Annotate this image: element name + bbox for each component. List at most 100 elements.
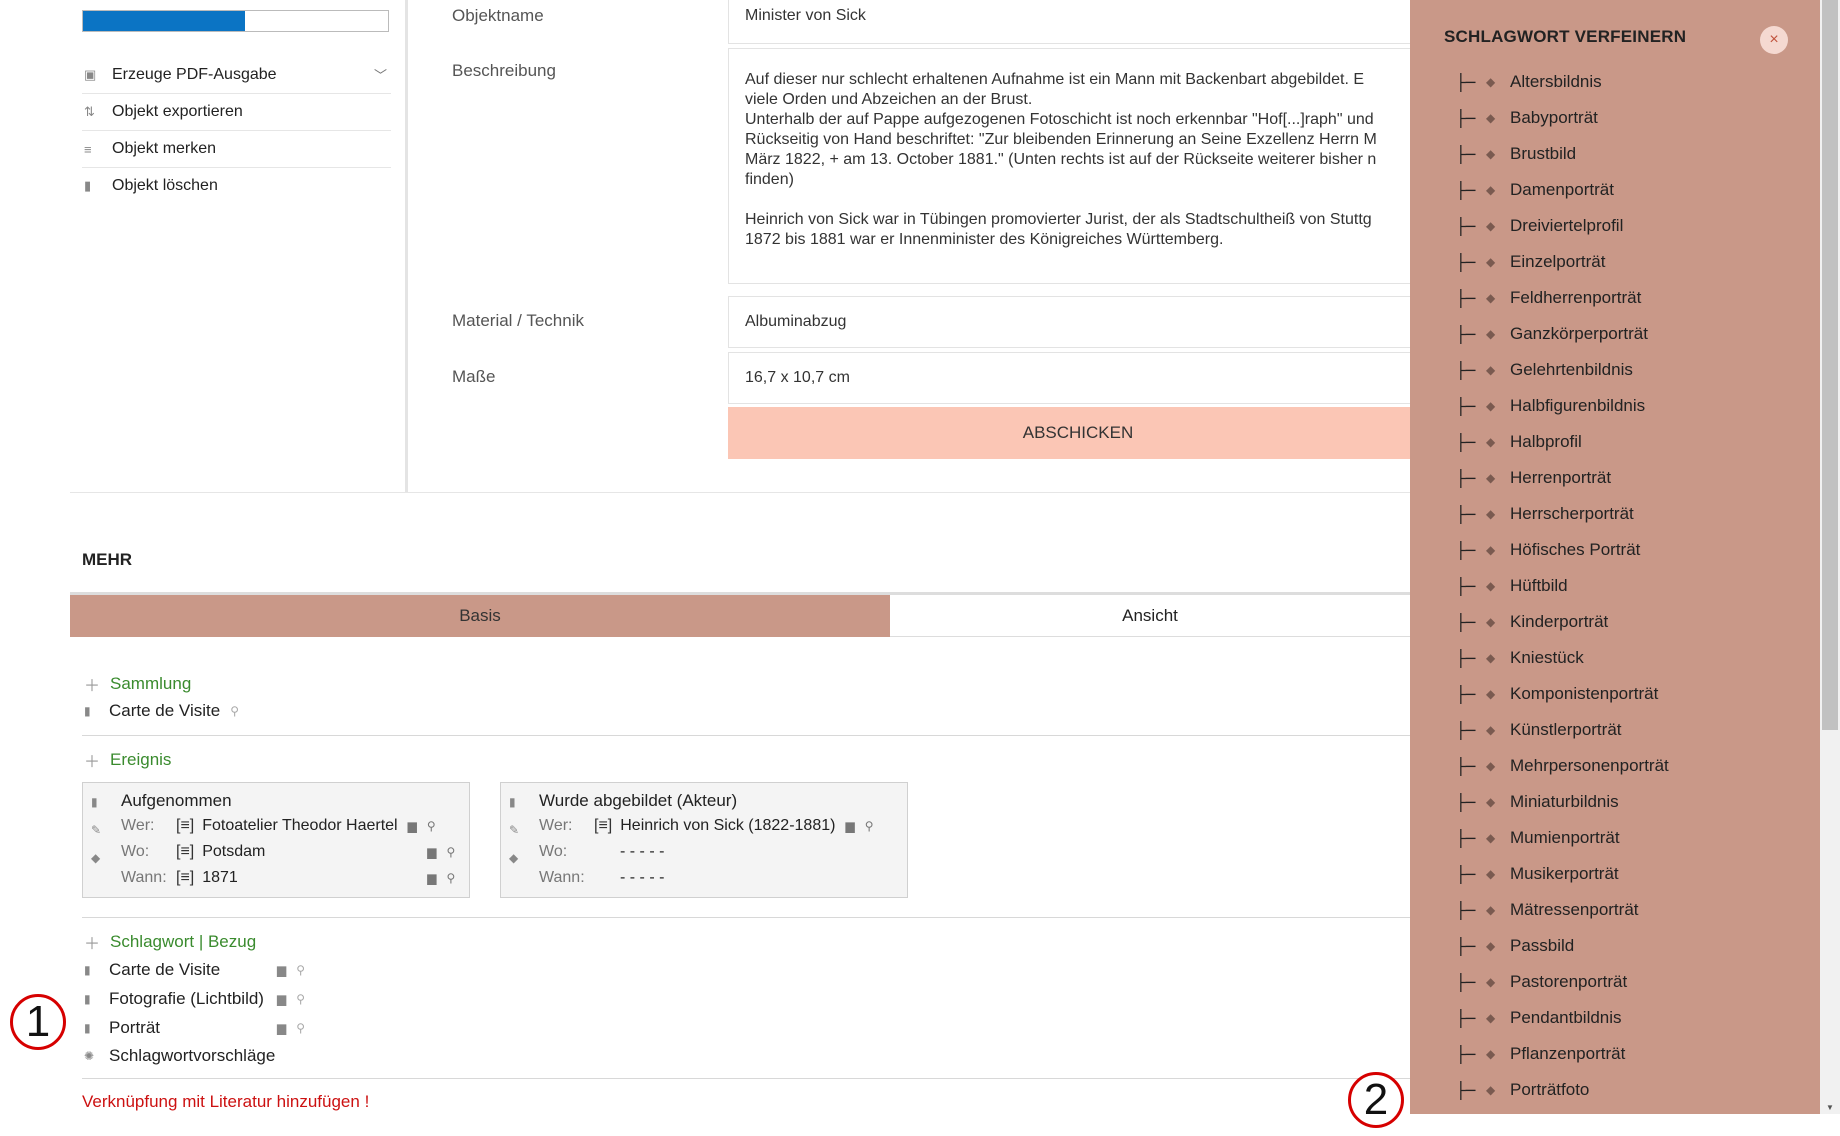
refine-item-label[interactable]: Musikerporträt xyxy=(1510,864,1619,884)
delete-action[interactable]: ▮ Objekt löschen xyxy=(82,168,391,204)
trash-icon[interactable]: ▮ xyxy=(509,795,519,809)
refine-item-label[interactable]: Damenporträt xyxy=(1510,180,1614,200)
objektname-field[interactable]: Minister von Sick xyxy=(728,0,1428,44)
refine-item[interactable]: ├─ ◆ Musikerporträt xyxy=(1456,856,1669,892)
refine-item-label[interactable]: Herrscherporträt xyxy=(1510,504,1634,524)
refine-item-label[interactable]: Pflanzenporträt xyxy=(1510,1044,1625,1064)
row-value[interactable]: Heinrich von Sick (1822-1881) xyxy=(620,817,835,835)
beschreibung-textarea[interactable]: Auf dieser nur schlecht erhaltenen Aufna… xyxy=(728,48,1428,284)
edit-icon[interactable]: ✎ xyxy=(509,823,519,837)
refine-item-label[interactable]: Passbild xyxy=(1510,936,1574,956)
refine-item[interactable]: ├─ ◆ Halbprofil xyxy=(1456,424,1669,460)
plus-icon[interactable]: ＋ xyxy=(84,930,100,954)
refine-item[interactable]: ├─ ◆ Babyporträt xyxy=(1456,100,1669,136)
schlagwort-item[interactable]: Fotografie (Lichtbild) xyxy=(109,989,277,1009)
trash-icon[interactable]: ▮ xyxy=(84,963,109,977)
refine-item-label[interactable]: Halbfigurenbildnis xyxy=(1510,396,1645,416)
schlagwort-item[interactable]: Carte de Visite xyxy=(109,960,277,980)
search-icon[interactable]: ⚲ xyxy=(427,819,436,833)
refine-item[interactable]: ├─ ◆ Altersbildnis xyxy=(1456,64,1669,100)
refine-item-label[interactable]: Mumienporträt xyxy=(1510,828,1620,848)
refine-item[interactable]: ├─ ◆ Mumienporträt xyxy=(1456,820,1669,856)
refine-item[interactable]: ├─ ◆ Feldherrenporträt xyxy=(1456,280,1669,316)
refine-item[interactable]: ├─ ◆ Pflanzenporträt xyxy=(1456,1036,1669,1072)
refine-item[interactable]: ├─ ◆ Miniaturbildnis xyxy=(1456,784,1669,820)
refine-item-label[interactable]: Mätressenporträt xyxy=(1510,900,1639,920)
refine-item-label[interactable]: Brustbild xyxy=(1510,144,1576,164)
export-action[interactable]: ⇅ Objekt exportieren xyxy=(82,94,391,131)
schlagwort-item[interactable]: Porträt xyxy=(109,1018,277,1038)
comment-icon[interactable]: ▆ xyxy=(427,871,436,885)
row-value[interactable]: 1871 xyxy=(202,869,417,887)
material-field[interactable]: Albuminabzug xyxy=(728,296,1428,348)
refine-item[interactable]: ├─ ◆ Hüftbild xyxy=(1456,568,1669,604)
scroll-down-arrow[interactable]: ▼ xyxy=(1826,1103,1834,1112)
refine-item[interactable]: ├─ ◆ Kinderporträt xyxy=(1456,604,1669,640)
refine-item[interactable]: ├─ ◆ Damenporträt xyxy=(1456,172,1669,208)
masse-field[interactable]: 16,7 x 10,7 cm xyxy=(728,352,1428,404)
refine-item-label[interactable]: Kinderporträt xyxy=(1510,612,1608,632)
refine-item-label[interactable]: Babyporträt xyxy=(1510,108,1598,128)
refine-item[interactable]: ├─ ◆ Kniestück xyxy=(1456,640,1669,676)
refine-item[interactable]: ├─ ◆ Porträtfoto xyxy=(1456,1072,1669,1108)
refine-item-label[interactable]: Dreiviertelprofil xyxy=(1510,216,1623,236)
refine-item-label[interactable]: Halbprofil xyxy=(1510,432,1582,452)
refine-item-label[interactable]: Gelehrtenbildnis xyxy=(1510,360,1633,380)
add-literature-link[interactable]: Verknüpfung mit Literatur hinzufügen ! xyxy=(82,1092,369,1112)
edit-icon[interactable]: ✎ xyxy=(91,823,101,837)
refine-item-label[interactable]: Ganzkörperporträt xyxy=(1510,324,1648,344)
row-value[interactable]: Fotoatelier Theodor Haertel xyxy=(202,817,397,835)
refine-item[interactable]: ├─ ◆ Künstlerporträt xyxy=(1456,712,1669,748)
row-value[interactable]: Potsdam xyxy=(202,843,417,861)
refine-item[interactable]: ├─ ◆ Herrenporträt xyxy=(1456,460,1669,496)
refine-item[interactable]: ├─ ◆ Mätressenporträt xyxy=(1456,892,1669,928)
refine-item[interactable]: ├─ ◆ Brustbild xyxy=(1456,136,1669,172)
refine-item[interactable]: ├─ ◆ Mehrpersonenporträt xyxy=(1456,748,1669,784)
sammlung-item[interactable]: Carte de Visite xyxy=(109,701,220,721)
trash-icon[interactable]: ▮ xyxy=(84,992,109,1006)
trash-icon[interactable]: ▮ xyxy=(84,704,109,718)
refine-item[interactable]: ├─ ◆ Gelehrtenbildnis xyxy=(1456,352,1669,388)
refine-item-label[interactable]: Porträtfoto xyxy=(1510,1080,1589,1100)
refine-item-label[interactable]: Künstlerporträt xyxy=(1510,720,1622,740)
search-icon[interactable]: ⚲ xyxy=(296,992,305,1006)
refine-item[interactable]: ├─ ◆ Pastorenporträt xyxy=(1456,964,1669,1000)
comment-icon[interactable]: ▆ xyxy=(277,1021,286,1035)
refine-item-label[interactable]: Altersbildnis xyxy=(1510,72,1602,92)
comment-icon[interactable]: ▆ xyxy=(427,845,436,859)
refine-item-label[interactable]: Höfisches Porträt xyxy=(1510,540,1640,560)
scrollbar[interactable]: ▼ xyxy=(1820,0,1840,1114)
refine-item[interactable]: ├─ ◆ Herrscherporträt xyxy=(1456,496,1669,532)
pdf-export-action[interactable]: ▣ Erzeuge PDF-Ausgabe ﹀ xyxy=(82,57,391,94)
refine-item-label[interactable]: Kniestück xyxy=(1510,648,1584,668)
refine-item-label[interactable]: Komponistenporträt xyxy=(1510,684,1658,704)
tag-icon[interactable]: ◆ xyxy=(91,851,101,865)
trash-icon[interactable]: ▮ xyxy=(84,1021,109,1035)
comment-icon[interactable]: ▆ xyxy=(408,819,417,833)
refine-item-label[interactable]: Pendantbildnis xyxy=(1510,1008,1622,1028)
comment-icon[interactable]: ▆ xyxy=(845,819,854,833)
schlagwort-heading[interactable]: Schlagwort | Bezug xyxy=(110,932,256,952)
refine-item[interactable]: ├─ ◆ Dreiviertelprofil xyxy=(1456,208,1669,244)
refine-item-label[interactable]: Mehrpersonenporträt xyxy=(1510,756,1669,776)
search-icon[interactable]: ⚲ xyxy=(296,1021,305,1035)
search-icon[interactable]: ⚲ xyxy=(865,819,874,833)
tab-ansicht[interactable]: Ansicht xyxy=(890,595,1410,637)
comment-icon[interactable]: ▆ xyxy=(277,992,286,1006)
refine-item-label[interactable]: Miniaturbildnis xyxy=(1510,792,1619,812)
refine-item[interactable]: ├─ ◆ Einzelporträt xyxy=(1456,244,1669,280)
sammlung-heading[interactable]: Sammlung xyxy=(110,674,191,694)
refine-item-label[interactable]: Pastorenporträt xyxy=(1510,972,1627,992)
tag-icon[interactable]: ◆ xyxy=(509,851,519,865)
refine-item[interactable]: ├─ ◆ Pendantbildnis xyxy=(1456,1000,1669,1036)
refine-item[interactable]: ├─ ◆ Ganzkörperporträt xyxy=(1456,316,1669,352)
submit-button[interactable]: ABSCHICKEN xyxy=(728,407,1428,459)
ereignis-heading[interactable]: Ereignis xyxy=(110,750,171,770)
search-icon[interactable]: ⚲ xyxy=(230,704,239,718)
refine-item-label[interactable]: Hüftbild xyxy=(1510,576,1568,596)
refine-item[interactable]: ├─ ◆ Komponistenporträt xyxy=(1456,676,1669,712)
schlagwort-suggestions[interactable]: Schlagwortvorschläge xyxy=(109,1046,275,1066)
refine-item-label[interactable]: Einzelporträt xyxy=(1510,252,1605,272)
refine-item-label[interactable]: Herrenporträt xyxy=(1510,468,1611,488)
trash-icon[interactable]: ▮ xyxy=(91,795,101,809)
